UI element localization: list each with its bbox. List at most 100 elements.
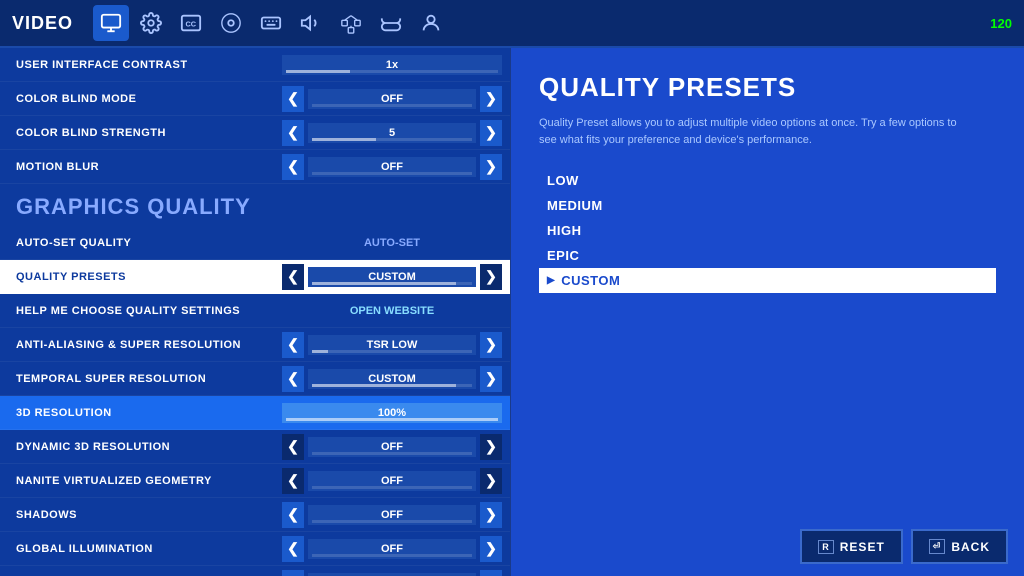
color-blind-mode-control: ❮ OFF ❯ [282, 86, 502, 112]
quality-presets-prev-btn[interactable]: ❮ [282, 264, 304, 290]
temporal-super-resolution-value: CUSTOM [308, 369, 476, 389]
color-blind-strength-next-btn[interactable]: ❯ [480, 120, 502, 146]
global-illumination-row[interactable]: GLOBAL ILLUMINATION ❮ OFF ❯ [0, 532, 510, 566]
svg-text:CC: CC [186, 20, 197, 29]
help-choose-control: OPEN WEBSITE [282, 301, 502, 321]
color-blind-strength-prev-btn[interactable]: ❮ [282, 120, 304, 146]
section-title: VIDEO [12, 13, 73, 34]
auto-set-quality-value: AUTO-SET [282, 233, 502, 253]
shadows-row[interactable]: SHADOWS ❮ OFF ❯ [0, 498, 510, 532]
nav-settings-icon[interactable] [133, 5, 169, 41]
preset-medium[interactable]: MEDIUM [539, 193, 996, 218]
nav-audio-icon[interactable] [293, 5, 329, 41]
auto-set-quality-row[interactable]: AUTO-SET QUALITY AUTO-SET [0, 226, 510, 260]
left-settings-panel: USER INTERFACE CONTRAST 1x COLOR BLIND M… [0, 48, 510, 576]
color-blind-mode-prev-btn[interactable]: ❮ [282, 86, 304, 112]
color-blind-mode-value: OFF [308, 89, 476, 109]
nav-gamepad-icon[interactable] [373, 5, 409, 41]
reflections-control: ❮ OFF ❯ [282, 570, 502, 576]
nanite-control: ❮ OFF ❯ [282, 468, 502, 494]
shadows-prev-btn[interactable]: ❮ [282, 502, 304, 528]
auto-set-quality-control: AUTO-SET [282, 233, 502, 253]
motion-blur-value: OFF [308, 157, 476, 177]
dynamic-3d-resolution-next-btn[interactable]: ❯ [480, 434, 502, 460]
reflections-prev-btn[interactable]: ❮ [282, 570, 304, 576]
help-choose-label: HELP ME CHOOSE QUALITY SETTINGS [16, 305, 240, 317]
preset-low[interactable]: LOW [539, 168, 996, 193]
color-blind-strength-row[interactable]: COLOR BLIND STRENGTH ❮ 5 ❯ [0, 116, 510, 150]
user-interface-contrast-control: 1x [282, 55, 502, 75]
shadows-label: SHADOWS [16, 509, 77, 521]
preset-epic[interactable]: EPIC [539, 243, 996, 268]
nav-video-icon[interactable] [93, 5, 129, 41]
color-blind-mode-next-btn[interactable]: ❯ [480, 86, 502, 112]
temporal-super-resolution-control: ❮ CUSTOM ❯ [282, 366, 502, 392]
reflections-row[interactable]: REFLECTIONS ❮ OFF ❯ [0, 566, 510, 576]
motion-blur-row[interactable]: MOTION BLUR ❮ OFF ❯ [0, 150, 510, 184]
global-illumination-label: GLOBAL ILLUMINATION [16, 543, 153, 555]
anti-aliasing-control: ❮ TSR LOW ❯ [282, 332, 502, 358]
back-button[interactable]: ⏎ BACK [911, 529, 1008, 564]
nav-network-icon[interactable] [333, 5, 369, 41]
nav-account-icon[interactable] [413, 5, 449, 41]
fps-counter: 120 [990, 16, 1012, 31]
reset-button[interactable]: R RESET [800, 529, 903, 564]
motion-blur-next-btn[interactable]: ❯ [480, 154, 502, 180]
dynamic-3d-resolution-control: ❮ OFF ❯ [282, 434, 502, 460]
preset-custom-label: CUSTOM [561, 273, 620, 288]
nav-keyboard-icon[interactable] [253, 5, 289, 41]
quality-presets-next-btn[interactable]: ❯ [480, 264, 502, 290]
temporal-super-resolution-label: TEMPORAL SUPER RESOLUTION [16, 373, 206, 385]
temporal-super-resolution-next-btn[interactable]: ❯ [480, 366, 502, 392]
temporal-super-resolution-row[interactable]: TEMPORAL SUPER RESOLUTION ❮ CUSTOM ❯ [0, 362, 510, 396]
dynamic-3d-resolution-value: OFF [308, 437, 476, 457]
preset-selected-arrow: ▶ [547, 275, 555, 286]
nanite-prev-btn[interactable]: ❮ [282, 468, 304, 494]
shadows-next-btn[interactable]: ❯ [480, 502, 502, 528]
anti-aliasing-next-btn[interactable]: ❯ [480, 332, 502, 358]
preset-list: LOW MEDIUM HIGH EPIC ▶ CUSTOM [539, 168, 996, 293]
quality-presets-title: QUALITY PRESETS [539, 72, 996, 103]
anti-aliasing-row[interactable]: ANTI-ALIASING & SUPER RESOLUTION ❮ TSR L… [0, 328, 510, 362]
global-illumination-prev-btn[interactable]: ❮ [282, 536, 304, 562]
global-illumination-next-btn[interactable]: ❯ [480, 536, 502, 562]
reset-label: RESET [840, 540, 885, 554]
motion-blur-control: ❮ OFF ❯ [282, 154, 502, 180]
help-choose-value: OPEN WEBSITE [282, 301, 502, 321]
anti-aliasing-prev-btn[interactable]: ❮ [282, 332, 304, 358]
bottom-buttons: R RESET ⏎ BACK [800, 529, 1008, 564]
temporal-super-resolution-prev-btn[interactable]: ❮ [282, 366, 304, 392]
shadows-value: OFF [308, 505, 476, 525]
reset-key-icon: R [818, 540, 834, 554]
dynamic-3d-resolution-prev-btn[interactable]: ❮ [282, 434, 304, 460]
global-illumination-control: ❮ OFF ❯ [282, 536, 502, 562]
right-panel: QUALITY PRESETS Quality Preset allows yo… [511, 48, 1024, 576]
3d-resolution-row[interactable]: 3D RESOLUTION 100% [0, 396, 510, 430]
preset-high[interactable]: HIGH [539, 218, 996, 243]
color-blind-mode-row[interactable]: COLOR BLIND MODE ❮ OFF ❯ [0, 82, 510, 116]
nav-left: VIDEO CC [12, 5, 449, 41]
user-interface-contrast-value: 1x [282, 55, 502, 75]
color-blind-strength-label: COLOR BLIND STRENGTH [16, 127, 166, 139]
graphics-quality-header: GRAPHICS QUALITY [0, 184, 510, 226]
color-blind-mode-label: COLOR BLIND MODE [16, 93, 136, 105]
nanite-row[interactable]: NANITE VIRTUALIZED GEOMETRY ❮ OFF ❯ [0, 464, 510, 498]
anti-aliasing-label: ANTI-ALIASING & SUPER RESOLUTION [16, 339, 241, 351]
help-choose-row[interactable]: HELP ME CHOOSE QUALITY SETTINGS OPEN WEB… [0, 294, 510, 328]
motion-blur-prev-btn[interactable]: ❮ [282, 154, 304, 180]
nanite-next-btn[interactable]: ❯ [480, 468, 502, 494]
quality-presets-label: QUALITY PRESETS [16, 271, 126, 283]
user-interface-contrast-row[interactable]: USER INTERFACE CONTRAST 1x [0, 48, 510, 82]
quality-presets-row[interactable]: QUALITY PRESETS ❮ CUSTOM ❯ [0, 260, 510, 294]
nav-accessibility-icon[interactable]: CC [173, 5, 209, 41]
shadows-control: ❮ OFF ❯ [282, 502, 502, 528]
nav-controller-icon[interactable] [213, 5, 249, 41]
reflections-value: OFF [308, 573, 476, 576]
quality-presets-control: ❮ CUSTOM ❯ [282, 264, 502, 290]
user-interface-contrast-label: USER INTERFACE CONTRAST [16, 59, 188, 71]
dynamic-3d-resolution-row[interactable]: DYNAMIC 3D RESOLUTION ❮ OFF ❯ [0, 430, 510, 464]
top-navigation-bar: VIDEO CC 120 [0, 0, 1024, 48]
quality-presets-description: Quality Preset allows you to adjust mult… [539, 115, 959, 148]
preset-custom[interactable]: ▶ CUSTOM [539, 268, 996, 293]
reflections-next-btn[interactable]: ❯ [480, 570, 502, 576]
